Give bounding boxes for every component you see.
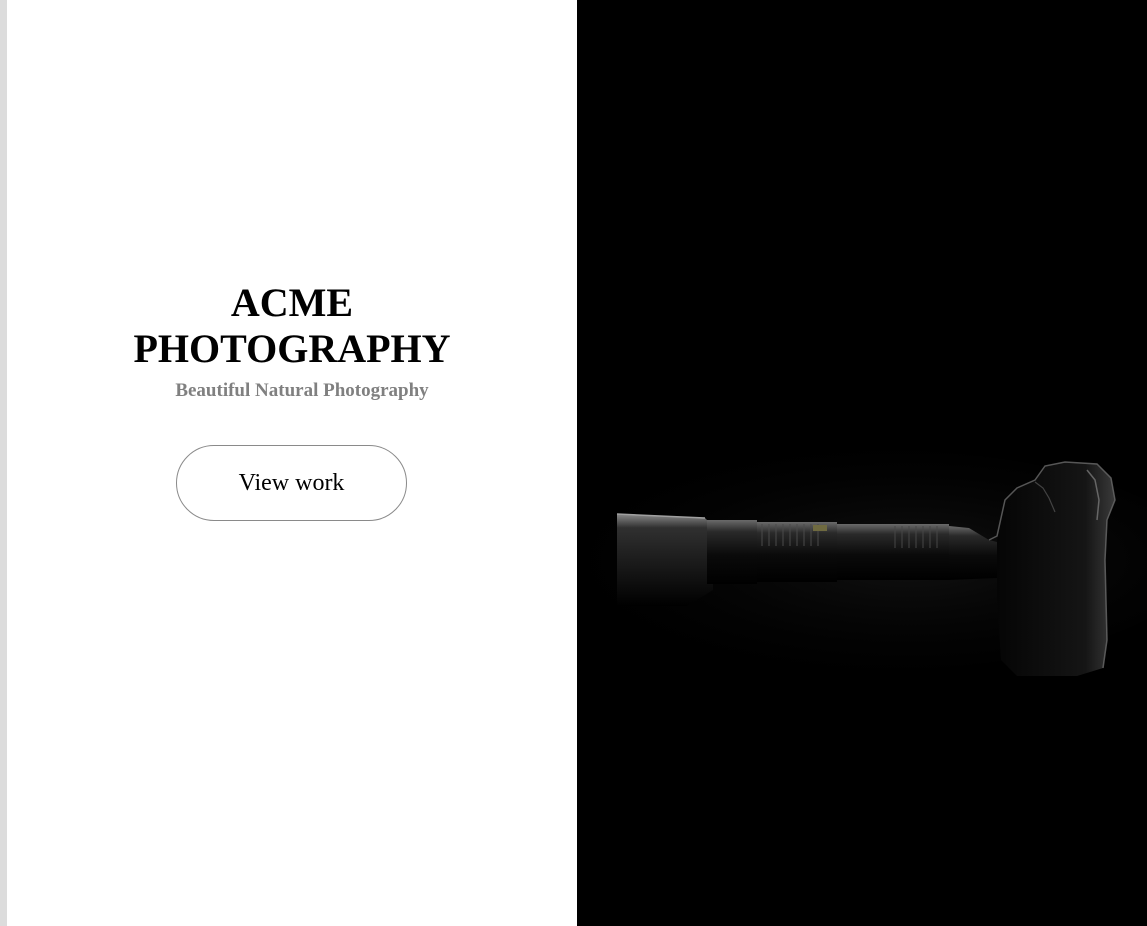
hero-image-panel <box>577 0 1147 926</box>
landing-page: ACME PHOTOGRAPHY Beautiful Natural Photo… <box>0 0 1147 926</box>
site-tagline: Beautiful Natural Photography <box>175 380 429 401</box>
site-title-line-2: PHOTOGRAPHY <box>133 326 451 371</box>
window-edge <box>0 0 7 926</box>
site-title: ACME PHOTOGRAPHY <box>7 280 577 372</box>
hero-text-panel: ACME PHOTOGRAPHY Beautiful Natural Photo… <box>7 0 577 926</box>
view-work-button[interactable]: View work <box>176 445 407 521</box>
site-title-line-1: ACME <box>230 280 354 325</box>
camera-image <box>577 450 1147 676</box>
